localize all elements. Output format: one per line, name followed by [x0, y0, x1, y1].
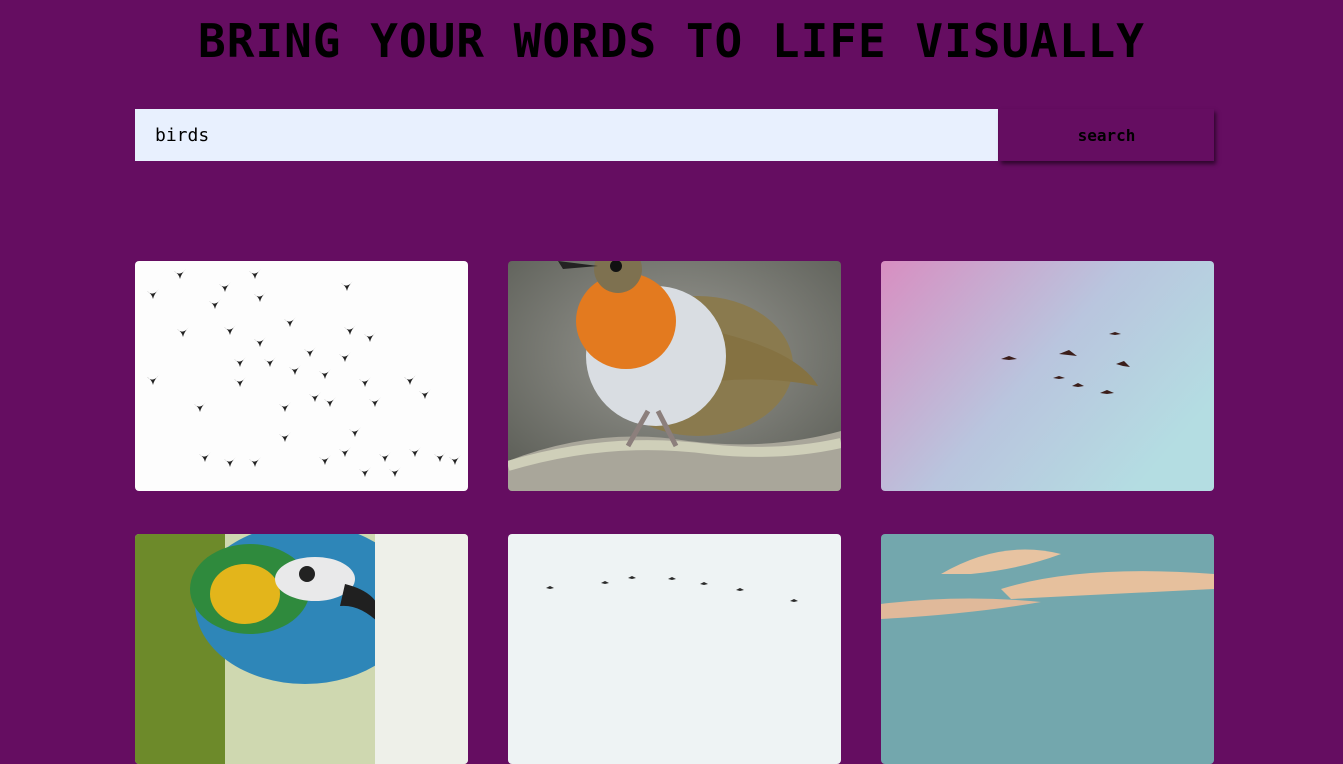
result-image-formation[interactable] [508, 534, 841, 764]
flock-image [135, 261, 468, 491]
sky-birds-image [881, 261, 1214, 491]
result-image-sky-birds[interactable] [881, 261, 1214, 491]
search-input[interactable] [135, 109, 998, 161]
page-title: BRING YOUR WORDS TO LIFE VISUALLY [198, 14, 1145, 68]
formation-image [508, 534, 841, 764]
result-image-parrot[interactable] [135, 534, 468, 764]
parrot-image [135, 534, 468, 764]
search-button[interactable]: search [999, 109, 1214, 161]
result-image-sunset[interactable] [881, 534, 1214, 764]
result-image-robin[interactable] [508, 261, 841, 491]
result-image-flock[interactable] [135, 261, 468, 491]
robin-image [508, 261, 841, 491]
sunset-image [881, 534, 1214, 764]
search-bar: search [135, 109, 1214, 161]
